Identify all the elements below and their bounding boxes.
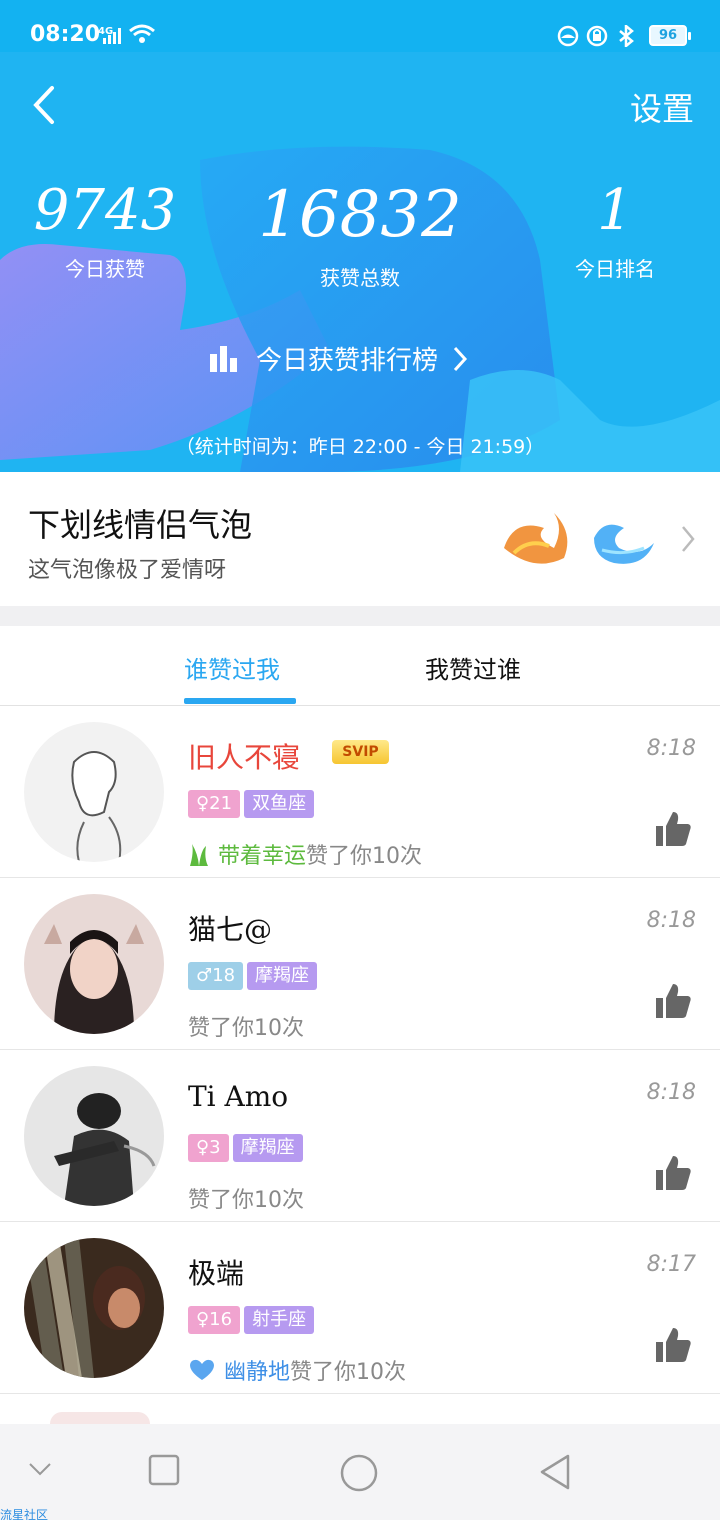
- user-tags: ♂18 摩羯座: [188, 962, 321, 990]
- list-item[interactable]: Ti Amo ♀3 摩羯座 赞了你10次 8:18: [0, 1050, 720, 1222]
- svip-badge: SVIP: [332, 740, 389, 764]
- gender-age-tag: ♀3: [188, 1134, 229, 1162]
- user-name: 猫七@: [188, 913, 273, 946]
- tab-bar: 谁赞过我 我赞过谁: [0, 626, 720, 706]
- today-rank-stat: 1 今日排名: [540, 178, 690, 282]
- watermark: 流星社区: [0, 1508, 49, 1520]
- zodiac-tag: 摩羯座: [247, 962, 318, 990]
- bubble-promo-title: 下划线情侣气泡: [28, 506, 253, 544]
- like-time: 8:18: [646, 736, 696, 761]
- heart-icon: [190, 1359, 214, 1380]
- signal-icon: [103, 28, 121, 44]
- back-arrow-icon[interactable]: [28, 84, 62, 126]
- status-bar: 08:20 4G 96: [0, 0, 720, 52]
- section-divider: [0, 606, 720, 626]
- like-summary: 赞了你10次: [188, 1182, 304, 1214]
- like-count-text: 赞了你10次: [188, 1016, 304, 1041]
- list-item[interactable]: 极端 ♀16 射手座 幽静地 赞了你10次 8:17: [0, 1222, 720, 1394]
- like-time: 8:18: [646, 908, 696, 933]
- header: 08:20 4G 96 设置 9743 今日获赞 16832 获赞总数 1 今日…: [0, 0, 720, 472]
- avatar[interactable]: [24, 894, 164, 1034]
- user-tags: ♀21 双鱼座: [188, 790, 318, 818]
- zodiac-tag: 双鱼座: [244, 790, 315, 818]
- grass-icon: [190, 844, 208, 866]
- total-likes-value: 16832: [258, 178, 462, 252]
- like-time: 8:18: [646, 1080, 696, 1105]
- like-count-text: 赞了你10次: [188, 1188, 304, 1213]
- bubble-promo-card[interactable]: 下划线情侣气泡 这气泡像极了爱情呀: [0, 472, 720, 606]
- recents-button-icon[interactable]: [148, 1454, 180, 1486]
- avatar[interactable]: [24, 1066, 164, 1206]
- avatar[interactable]: [24, 1238, 164, 1378]
- bluetooth-icon: [619, 25, 634, 47]
- active-tab-indicator: [184, 698, 296, 704]
- ranking-link-label: 今日获赞排行榜: [256, 346, 439, 376]
- avatar[interactable]: [24, 722, 164, 862]
- like-count-text: 赞了你10次: [306, 844, 423, 869]
- like-time: 8:17: [646, 1252, 696, 1277]
- bubble-preview-image: [504, 513, 654, 564]
- today-likes-label: 今日获赞: [65, 257, 145, 281]
- user-name: 旧人不寝: [188, 741, 301, 774]
- wifi-icon: [129, 24, 155, 43]
- bubble-promo-subtitle: 这气泡像极了爱情呀: [28, 558, 227, 583]
- rotation-lock-icon: [586, 25, 608, 47]
- thumbs-up-icon[interactable]: [654, 1154, 692, 1192]
- gender-age-tag: ♂18: [188, 962, 244, 990]
- like-style: 幽静地: [224, 1360, 291, 1385]
- battery-indicator: 96: [649, 25, 691, 46]
- today-rank-value: 1: [597, 178, 633, 243]
- clock: 08:20: [30, 22, 101, 47]
- thumbs-up-icon[interactable]: [654, 982, 692, 1020]
- gender-age-tag: ♀16: [188, 1306, 241, 1334]
- zodiac-tag: 射手座: [244, 1306, 315, 1334]
- system-nav-bar: [0, 1424, 720, 1520]
- bar-chart-icon: [210, 345, 237, 372]
- next-avatar-partial: [50, 1412, 150, 1424]
- tab-who-liked-me[interactable]: 谁赞过我: [184, 650, 280, 685]
- today-likes-value: 9743: [33, 178, 177, 243]
- chevron-right-icon: [682, 526, 695, 552]
- like-summary: 带着幸运 赞了你10次: [188, 838, 422, 870]
- home-button-icon[interactable]: [340, 1454, 378, 1492]
- chevron-right-icon: [453, 346, 468, 371]
- user-tags: ♀16 射手座: [188, 1306, 318, 1334]
- list-item[interactable]: 旧人不寝 SVIP ♀21 双鱼座 带着幸运 赞了你10次 8:18: [0, 706, 720, 878]
- like-summary: 赞了你10次: [188, 1010, 304, 1042]
- zodiac-tag: 摩羯座: [232, 1134, 303, 1162]
- ranking-link[interactable]: 今日获赞排行榜: [210, 340, 468, 377]
- today-likes-stat: 9743 今日获赞: [30, 178, 180, 282]
- gender-age-tag: ♀21: [188, 790, 241, 818]
- today-rank-label: 今日排名: [575, 257, 655, 281]
- like-style: 带着幸运: [218, 844, 307, 869]
- list-item[interactable]: 猫七@ ♂18 摩羯座 赞了你10次 8:18: [0, 878, 720, 1050]
- like-count-text: 赞了你10次: [290, 1360, 407, 1385]
- user-tags: ♀3 摩羯座: [188, 1134, 307, 1162]
- tab-who-i-liked[interactable]: 我赞过谁: [425, 650, 521, 685]
- like-summary: 幽静地 赞了你10次: [188, 1354, 406, 1386]
- thumbs-up-icon[interactable]: [654, 1326, 692, 1364]
- user-name: 极端: [188, 1257, 245, 1290]
- stat-period: （统计时间为：昨日 22:00 - 今日 21:59）: [175, 436, 545, 458]
- user-name: Ti Amo: [188, 1080, 289, 1113]
- back-button-icon[interactable]: [538, 1454, 572, 1490]
- total-likes-stat: 16832 获赞总数: [250, 178, 470, 291]
- thumbs-up-icon[interactable]: [654, 810, 692, 848]
- total-likes-label: 获赞总数: [320, 266, 400, 290]
- eye-comfort-icon: [557, 25, 579, 47]
- collapse-chevron-icon[interactable]: [28, 1462, 52, 1478]
- settings-button[interactable]: 设置: [630, 84, 694, 130]
